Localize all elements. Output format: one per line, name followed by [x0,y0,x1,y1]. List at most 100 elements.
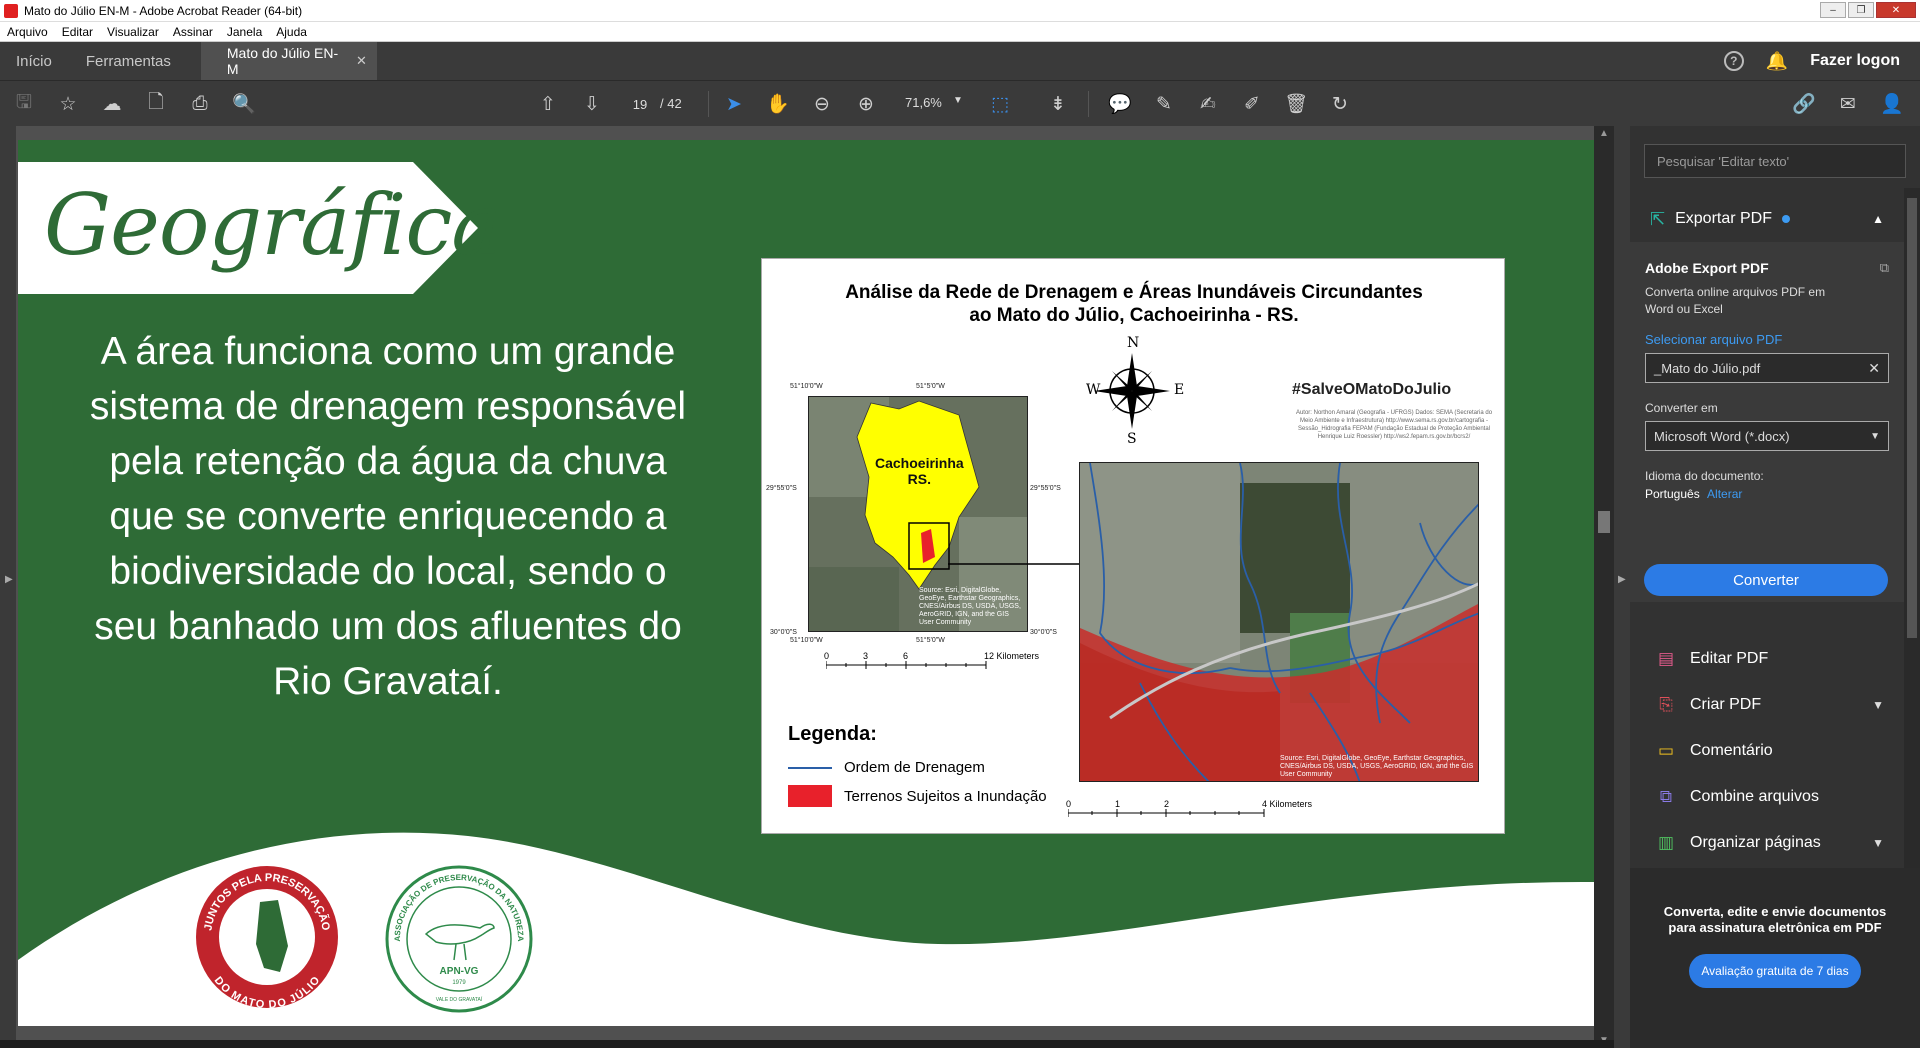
mail-icon[interactable]: ✉ [1836,92,1860,116]
selected-file-field[interactable]: _Mato do Júlio.pdf ✕ [1645,353,1889,383]
convert-format-select[interactable]: Microsoft Word (*.docx) ▼ [1645,421,1889,451]
minimize-icon[interactable]: – [1820,2,1846,18]
rotate-icon[interactable]: ↻ [1328,92,1352,116]
legend-swatch-drainage [788,766,832,769]
free-trial-button[interactable]: Avaliação gratuita de 7 dias [1689,954,1861,988]
bookmark-star-icon[interactable]: ☆ [56,92,80,116]
menu-assinar[interactable]: Assinar [166,25,220,39]
sign-icon[interactable]: ✍ [1196,92,1220,116]
right-panel-toggle[interactable]: ▶ [1614,126,1630,1048]
tool-comment[interactable]: ▭ Comentário [1630,728,1904,774]
info-dot-icon [1782,215,1791,223]
logon-button[interactable]: Fazer logon [1810,52,1900,70]
file-share-icon[interactable]: 🗋 [144,92,168,116]
help-icon[interactable]: ? [1723,51,1744,71]
tab-tools[interactable]: Ferramentas [68,42,201,80]
export-pdf-icon: ⇱ [1650,208,1666,229]
scroll-up-icon[interactable]: ▲ [1599,128,1609,139]
select-file-link[interactable]: Selecionar arquivo PDF [1645,332,1889,347]
previous-page-icon[interactable]: ⇧ [536,92,560,116]
close-window-icon[interactable]: ✕ [1876,2,1916,18]
logo-apn-vg: ASSOCIAÇÃO DE PRESERVAÇÃO DA NATUREZA AP… [385,865,533,1013]
inset-label-state: RS. [907,471,932,487]
inset-map: Cachoeirinha RS. Source: Esri, DigitalGl… [808,396,1028,632]
comment-icon[interactable]: 💬 [1108,92,1132,116]
zoom-in-icon[interactable]: ⊕ [854,92,878,116]
convert-button[interactable]: Converter [1644,564,1888,596]
copy-icon[interactable]: ⧉ [1880,260,1889,276]
chevron-down-icon[interactable]: ▼ [1872,698,1884,712]
window-controls: – ❐ ✕ [1820,2,1916,18]
close-tab-icon[interactable]: ✕ [356,53,367,69]
tools-scrollbar[interactable] [1904,188,1920,868]
inset-label-city: Cachoeirinha [875,455,964,471]
doc-language-label: Idioma do documento: [1645,469,1764,483]
menu-ajuda[interactable]: Ajuda [269,25,314,39]
clear-file-icon[interactable]: ✕ [1868,360,1880,377]
tool-comment-label: Comentário [1690,742,1773,759]
menu-visualizar[interactable]: Visualizar [100,25,166,39]
menu-editar[interactable]: Editar [55,25,100,39]
hand-tool-icon[interactable]: ✋ [766,92,790,116]
scroll-mode-icon[interactable]: ⇟ [1046,92,1070,116]
chevron-down-icon: ▼ [1870,430,1880,442]
chevron-down-icon[interactable]: ▼ [1872,836,1884,850]
select-cursor-icon[interactable]: ➤ [722,92,746,116]
tools-search-input[interactable]: Pesquisar 'Editar texto' [1644,144,1906,178]
page-total: / 42 [660,96,682,111]
export-title: Adobe Export PDF [1645,260,1769,276]
save-icon[interactable]: 🖫 [12,92,36,116]
delete-icon[interactable]: 🗑 [1284,92,1308,116]
tool-create-pdf-label: Criar PDF [1690,696,1762,713]
zoom-dropdown-icon[interactable]: ▼ [953,95,963,106]
legend-swatch-flood [788,785,832,807]
coord-y1-left: 29°55'0"S [766,485,797,492]
print-icon[interactable]: ⎙ [188,92,212,116]
zoom-level[interactable]: 71,6% [905,95,942,110]
share-user-icon[interactable]: 👤 [1880,92,1904,116]
scroll-thumb[interactable] [1598,511,1610,533]
link-icon[interactable]: 🔗 [1792,92,1816,116]
left-panel-toggle[interactable]: ▶ [0,126,16,1048]
highlight-pen-icon[interactable]: ✎ [1152,92,1176,116]
logo2-year: 1979 [452,980,466,986]
document-scrollbar[interactable]: ▲ ▼ [1594,126,1614,1048]
organize-pages-icon: ▥ [1657,833,1675,852]
restore-icon[interactable]: ❐ [1848,2,1874,18]
search-icon[interactable]: 🔍 [232,92,256,116]
window-title-bar: Mato do Júlio EN-M - Adobe Acrobat Reade… [0,0,1920,22]
acrobat-icon [4,3,18,18]
zoomed-map: Source: Esri, DigitalGlobe, GeoEye, Eart… [1079,462,1479,782]
tool-combine[interactable]: ⧉ Combine arquivos [1630,774,1904,820]
tab-bar: Início Ferramentas Mato do Júlio EN-M ✕ … [0,42,1920,80]
tab-document-label: Mato do Júlio EN-M [226,45,339,77]
fit-page-icon[interactable]: ⬚ [988,92,1012,116]
tool-edit-pdf-label: Editar PDF [1690,650,1769,667]
zoom-out-icon[interactable]: ⊖ [810,92,834,116]
tools-list: ▤ Editar PDF ⎘ Criar PDF ▼ ▭ Comentário … [1630,636,1904,866]
tab-document[interactable]: Mato do Júlio EN-M ✕ [200,42,377,80]
cloud-upload-icon[interactable]: ☁ [100,92,124,116]
comment-tool-icon: ▭ [1657,741,1675,760]
bell-icon[interactable]: 🔔 [1766,51,1788,72]
zoomed-scale-0: 0 [1066,799,1072,809]
change-language-link[interactable]: Alterar [1707,487,1742,501]
map-title-line2: ao Mato do Júlio, Cachoeirinha - RS. [969,305,1299,326]
edit-form-icon[interactable]: ✐ [1240,92,1264,116]
inset-label: Cachoeirinha RS. [875,455,964,487]
tool-create-pdf[interactable]: ⎘ Criar PDF ▼ [1630,682,1904,728]
tool-edit-pdf[interactable]: ▤ Editar PDF [1630,636,1904,682]
export-pdf-header[interactable]: ⇱ Exportar PDF ▲ [1630,196,1904,242]
menu-janela[interactable]: Janela [220,25,269,39]
compass-s: S [1127,431,1137,447]
tool-organize[interactable]: ▥ Organizar páginas ▼ [1630,820,1904,866]
page-number-input[interactable]: 19 [625,93,655,115]
chevron-up-icon[interactable]: ▲ [1872,212,1884,226]
logo2-place: VALE DO GRAVATAÍ [436,996,483,1003]
export-pdf-panel: Adobe Export PDF ⧉ Converta online arqui… [1630,242,1904,602]
next-page-icon[interactable]: ⇩ [580,92,604,116]
tab-home[interactable]: Início [0,42,68,80]
drainage-map: Análise da Rede de Drenagem e Áreas Inun… [761,258,1505,834]
menu-arquivo[interactable]: Arquivo [0,25,55,39]
tools-scroll-thumb[interactable] [1907,198,1917,638]
